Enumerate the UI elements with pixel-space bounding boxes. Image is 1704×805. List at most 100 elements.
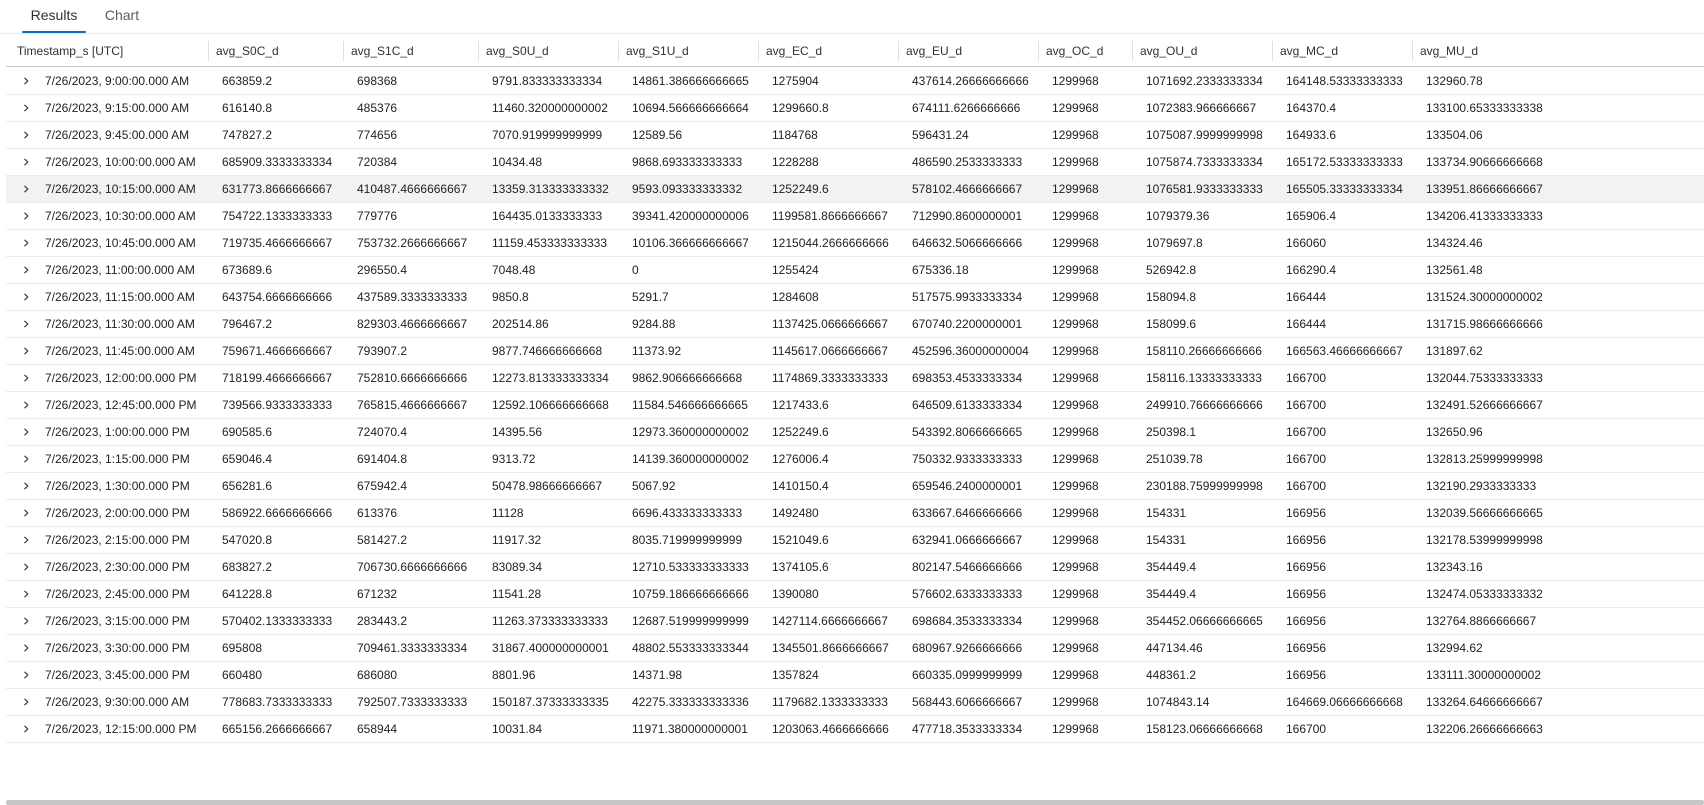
chevron-right-icon[interactable] [22, 644, 30, 652]
table-row[interactable]: 7/26/2023, 2:30:00.000 PM 683827.2 706730.… [6, 554, 1704, 581]
column-separator[interactable] [208, 41, 209, 61]
table-row[interactable]: 7/26/2023, 9:15:00.000 AM 616140.8 485376 1… [6, 95, 1704, 122]
table-row[interactable]: 7/26/2023, 2:15:00.000 PM 547020.8 581427.… [6, 527, 1704, 554]
cell-value: 581427.2 [357, 533, 408, 547]
cell-value: 50478.98666666667 [492, 479, 603, 493]
chevron-right-icon[interactable] [22, 320, 30, 328]
cell-value: 1137425.0666666667 [772, 317, 888, 331]
chevron-right-icon[interactable] [22, 590, 30, 598]
cell-value: 739566.9333333333 [222, 398, 333, 412]
cell-value: 1299968 [1052, 695, 1099, 709]
cell-value: 586922.6666666666 [222, 506, 333, 520]
table-row[interactable]: 7/26/2023, 12:45:00.000 PM 739566.9333333… [6, 392, 1704, 419]
chevron-right-icon[interactable] [22, 536, 30, 544]
column-header[interactable]: avg_MU_d [1420, 35, 1570, 67]
chevron-right-icon[interactable] [22, 509, 30, 517]
table-row[interactable]: 7/26/2023, 9:30:00.000 AM 778683.73333333… [6, 689, 1704, 716]
chevron-right-icon[interactable] [22, 131, 30, 139]
cell-timestamp: 7/26/2023, 12:45:00.000 PM [45, 398, 197, 412]
column-header[interactable]: avg_S0C_d [216, 35, 346, 67]
table-row[interactable]: 7/26/2023, 12:00:00.000 PM 718199.4666666… [6, 365, 1704, 392]
cell-value: 158123.06666666668 [1146, 722, 1263, 736]
table-row[interactable]: 7/26/2023, 3:15:00.000 PM 570402.13333333… [6, 608, 1704, 635]
cell-timestamp: 7/26/2023, 2:00:00.000 PM [45, 506, 190, 520]
chevron-right-icon[interactable] [22, 401, 30, 409]
chevron-right-icon[interactable] [22, 725, 30, 733]
chevron-right-icon[interactable] [22, 698, 30, 706]
cell-value: 132764.8866666667 [1426, 614, 1537, 628]
tab-results[interactable]: Results [22, 0, 86, 34]
cell-value: 641228.8 [222, 587, 273, 601]
column-separator[interactable] [1132, 41, 1133, 61]
cell-value: 14861.386666666665 [632, 74, 749, 88]
chevron-right-icon[interactable] [22, 293, 30, 301]
column-header[interactable]: avg_S1C_d [351, 35, 481, 67]
cell-value: 11541.28 [492, 587, 542, 601]
column-separator[interactable] [1272, 41, 1273, 61]
cell-value: 680967.9266666666 [912, 641, 1023, 655]
table-row[interactable]: 7/26/2023, 1:15:00.000 PM 659046.4 691404.… [6, 446, 1704, 473]
cell-value: 1427114.6666666667 [772, 614, 888, 628]
cell-value: 1217433.6 [772, 398, 829, 412]
column-separator[interactable] [478, 41, 479, 61]
column-header[interactable]: Timestamp_s [UTC] [17, 35, 187, 67]
table-row[interactable]: 7/26/2023, 12:15:00.000 PM 665156.2666666… [6, 716, 1704, 743]
column-separator[interactable] [618, 41, 619, 61]
cell-value: 1076581.9333333333 [1146, 182, 1263, 196]
table-row[interactable]: 7/26/2023, 11:30:00.000 AM 796467.2 829303… [6, 311, 1704, 338]
cell-timestamp: 7/26/2023, 11:00:00.000 AM [45, 263, 195, 277]
chevron-right-icon[interactable] [22, 455, 30, 463]
table-row[interactable]: 7/26/2023, 10:30:00.000 AM 754722.1333333… [6, 203, 1704, 230]
table-row[interactable]: 7/26/2023, 2:45:00.000 PM 641228.8 671232 1… [6, 581, 1704, 608]
table-row[interactable]: 7/26/2023, 9:00:00.000 AM 663859.2 698368 9… [6, 68, 1704, 95]
table-row[interactable]: 7/26/2023, 10:00:00.000 AM 685909.3333333… [6, 149, 1704, 176]
horizontal-scrollbar[interactable] [6, 800, 1704, 805]
chevron-right-icon[interactable] [22, 374, 30, 382]
cell-value: 754722.1333333333 [222, 209, 333, 223]
table-row[interactable]: 7/26/2023, 3:45:00.000 PM 660480 686080 880… [6, 662, 1704, 689]
table-row[interactable]: 7/26/2023, 3:30:00.000 PM 695808 709461.33… [6, 635, 1704, 662]
tab-chart[interactable]: Chart [96, 0, 148, 34]
chevron-right-icon[interactable] [22, 563, 30, 571]
table-row[interactable]: 7/26/2023, 10:45:00.000 AM 719735.4666666… [6, 230, 1704, 257]
chevron-right-icon[interactable] [22, 617, 30, 625]
chevron-right-icon[interactable] [22, 482, 30, 490]
column-header[interactable]: avg_EC_d [766, 35, 901, 67]
column-header[interactable]: avg_OU_d [1140, 35, 1275, 67]
table-row[interactable]: 7/26/2023, 1:30:00.000 PM 656281.6 675942.… [6, 473, 1704, 500]
table-row[interactable]: 7/26/2023, 2:00:00.000 PM 586922.66666666… [6, 500, 1704, 527]
cell-value: 437614.26666666666 [912, 74, 1029, 88]
table-row[interactable]: 7/26/2023, 1:00:00.000 PM 690585.6 724070.… [6, 419, 1704, 446]
table-row[interactable]: 7/26/2023, 11:15:00.000 AM 643754.6666666… [6, 284, 1704, 311]
column-header[interactable]: avg_S0U_d [486, 35, 621, 67]
cell-value: 11917.32 [492, 533, 542, 547]
chevron-right-icon[interactable] [22, 266, 30, 274]
table-row[interactable]: 7/26/2023, 10:15:00.000 AM 631773.8666666… [6, 176, 1704, 203]
chevron-right-icon[interactable] [22, 347, 30, 355]
column-separator[interactable] [898, 41, 899, 61]
chevron-right-icon[interactable] [22, 77, 30, 85]
column-separator[interactable] [343, 41, 344, 61]
chevron-right-icon[interactable] [22, 185, 30, 193]
column-header[interactable]: avg_EU_d [906, 35, 1041, 67]
column-separator[interactable] [1038, 41, 1039, 61]
column-header[interactable]: avg_OC_d [1046, 35, 1136, 67]
chevron-right-icon[interactable] [22, 104, 30, 112]
table-row[interactable]: 7/26/2023, 9:45:00.000 AM 747827.2 774656 7… [6, 122, 1704, 149]
cell-value: 5291.7 [632, 290, 669, 304]
column-separator[interactable] [1412, 41, 1413, 61]
table-row[interactable]: 7/26/2023, 11:00:00.000 AM 673689.6 296550… [6, 257, 1704, 284]
chevron-right-icon[interactable] [22, 671, 30, 679]
cell-value: 1492480 [772, 506, 819, 520]
chevron-right-icon[interactable] [22, 428, 30, 436]
column-separator[interactable] [758, 41, 759, 61]
cell-value: 633667.6466666666 [912, 506, 1023, 520]
chevron-right-icon[interactable] [22, 239, 30, 247]
column-header[interactable]: avg_MC_d [1280, 35, 1415, 67]
grid-header-row: Timestamp_s [UTC] avg_S0C_d avg_S1C_d avg_S… [6, 35, 1704, 67]
table-row[interactable]: 7/26/2023, 11:45:00.000 AM 759671.4666666… [6, 338, 1704, 365]
chevron-right-icon[interactable] [22, 212, 30, 220]
cell-value: 132491.52666666667 [1426, 398, 1543, 412]
column-header[interactable]: avg_S1U_d [626, 35, 761, 67]
chevron-right-icon[interactable] [22, 158, 30, 166]
